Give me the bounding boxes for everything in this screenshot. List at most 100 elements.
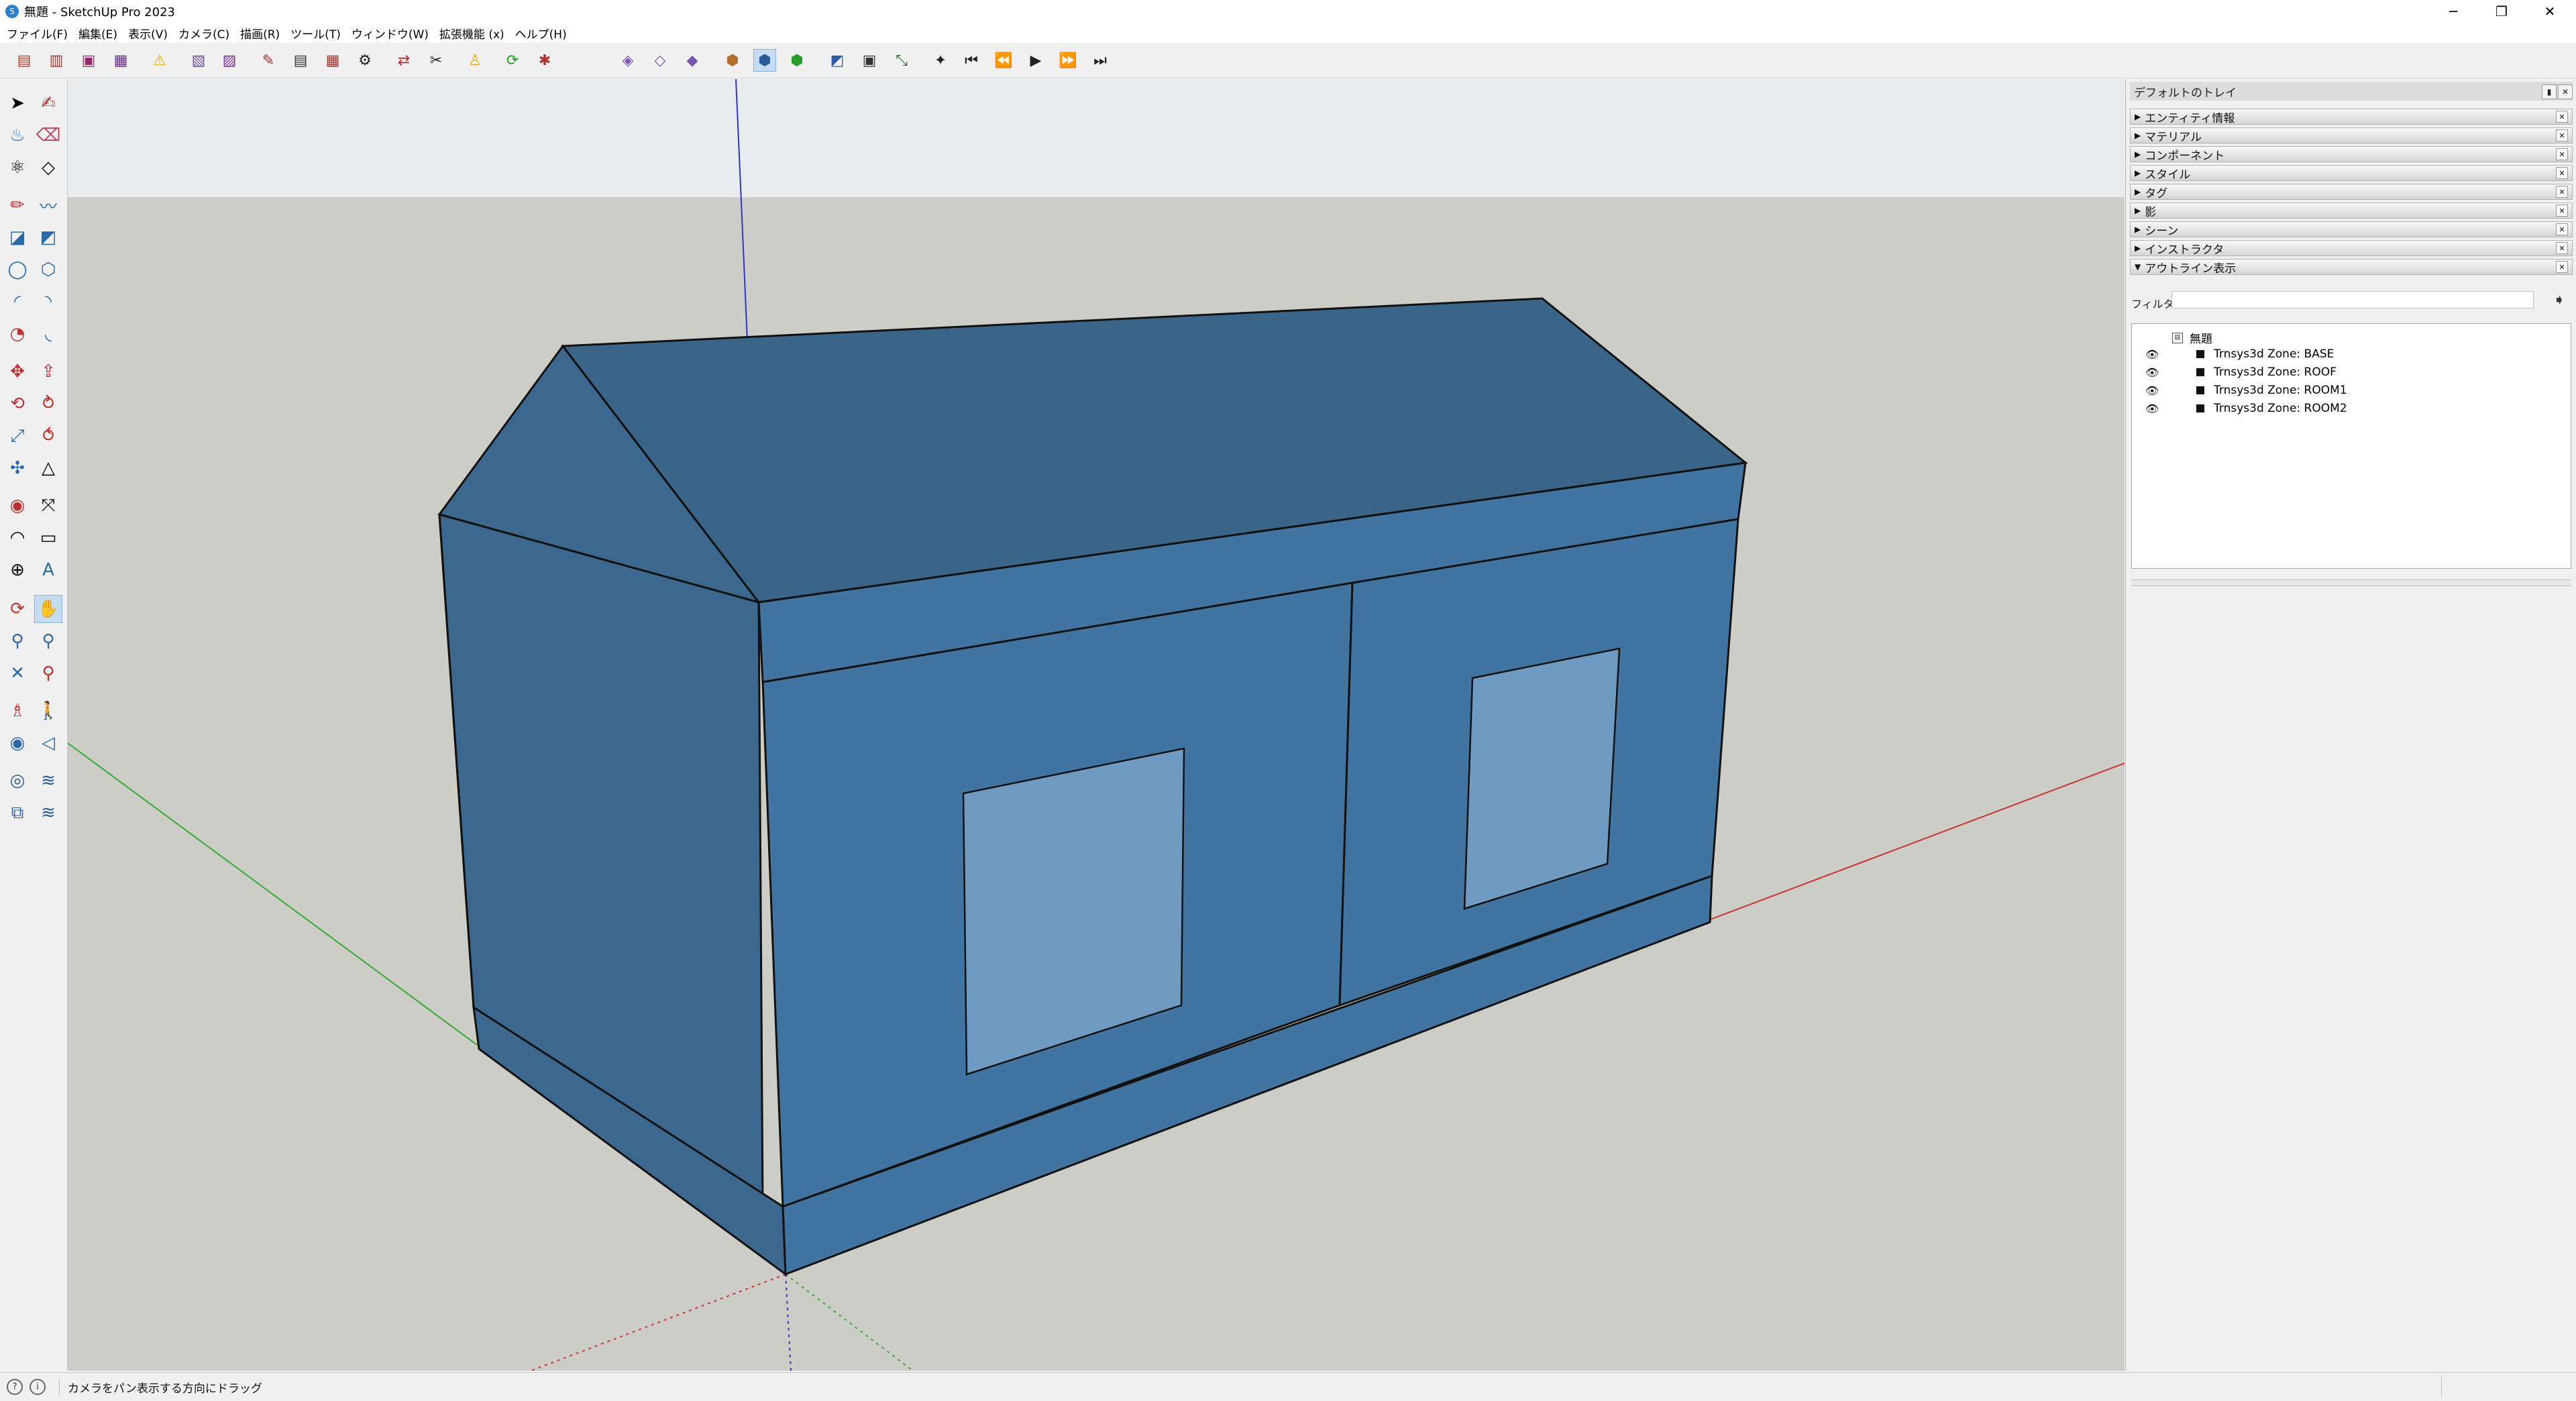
panel-entity-info[interactable]: ▶ エンティティ情報 ✕ [2130, 109, 2573, 125]
filter-input[interactable] [2171, 291, 2534, 309]
tag-icon[interactable]: ⤡ [891, 50, 912, 71]
first-frame-icon[interactable]: ⏮ [961, 50, 982, 71]
warning-icon[interactable]: ⚠ [149, 50, 170, 71]
panel-components[interactable]: ▶ コンポーネント ✕ [2130, 146, 2573, 163]
measure-icon[interactable]: ✂ [425, 50, 447, 71]
rectangle-icon[interactable]: ◪ [4, 224, 31, 251]
outliner-entry[interactable]: 👁 Trnsys3d Zone: BASE [2145, 345, 2334, 363]
eye-icon[interactable]: 👁 [2145, 366, 2161, 379]
menu-camera[interactable]: カメラ(C) [178, 25, 229, 42]
solid-tools-icon[interactable]: △ [35, 455, 62, 482]
panel-shadows[interactable]: ▶ 影 ✕ [2130, 203, 2573, 219]
paint-bucket-icon[interactable]: ♨ [4, 122, 31, 149]
sandbox-scratch-icon[interactable]: ≋ [35, 767, 62, 794]
model-info-icon[interactable]: ▧ [188, 50, 209, 71]
menu-edit[interactable]: 編集(E) [78, 25, 117, 42]
panel-close-icon[interactable]: ✕ [2556, 111, 2568, 123]
last-frame-icon[interactable]: ⏭ [1089, 50, 1111, 71]
panel-tags[interactable]: ▶ タグ ✕ [2130, 184, 2573, 201]
freehand-icon[interactable]: 〰 [35, 192, 62, 219]
trnsys-zone-icon[interactable]: ✎ [258, 50, 279, 71]
polygon-icon[interactable]: ⬡ [35, 256, 62, 283]
stamp-icon[interactable]: ≋ [35, 799, 62, 826]
save-icon[interactable]: ▣ [78, 50, 99, 71]
zoom-icon[interactable]: ⚲ [4, 628, 31, 655]
bug-icon[interactable]: ✱ [534, 50, 555, 71]
eye-icon[interactable]: 👁 [2145, 402, 2161, 415]
outliner-entry[interactable]: 👁 Trnsys3d Zone: ROOF [2145, 363, 2337, 381]
textured-icon[interactable]: ⬢ [786, 50, 808, 71]
follow-me-icon[interactable]: ⥁ [35, 390, 62, 417]
panel-close-icon[interactable]: ✕ [2556, 261, 2568, 273]
export-icon[interactable]: ▨ [219, 50, 240, 71]
geolocation-icon[interactable]: ? [7, 1379, 23, 1395]
panel-styles[interactable]: ▶ スタイル ✕ [2130, 165, 2573, 182]
3d-text-icon[interactable]: A [35, 557, 62, 583]
refresh-icon[interactable]: ⟳ [502, 50, 523, 71]
eraser-icon[interactable]: ⌫ [35, 122, 62, 149]
move-icon[interactable]: ✥ [4, 358, 31, 385]
sandbox-contours-icon[interactable]: ◎ [4, 767, 31, 794]
save-as-icon[interactable]: ▦ [110, 50, 131, 71]
measurements-box[interactable] [2441, 1377, 2576, 1397]
component-icon[interactable]: ◩ [826, 50, 848, 71]
panel-close-icon[interactable]: ✕ [2556, 205, 2568, 217]
table-icon[interactable]: ▤ [290, 50, 311, 71]
offset-icon[interactable]: ⥀ [35, 423, 62, 449]
protractor-icon[interactable]: ◠ [4, 524, 31, 551]
menu-file[interactable]: ファイル(F) [7, 25, 68, 42]
panel-materials[interactable]: ▶ マテリアル ✕ [2130, 127, 2573, 144]
panel-instructor[interactable]: ▶ インストラクタ ✕ [2130, 240, 2573, 257]
pie-icon[interactable]: ◔ [4, 321, 31, 347]
panel-outliner[interactable]: ▼ アウトライン表示 ✕ [2130, 259, 2573, 276]
text-icon[interactable]: ▭ [35, 524, 62, 551]
look-around-icon[interactable]: ◉ [4, 730, 31, 756]
pan-icon[interactable]: ✋ [34, 595, 62, 623]
arc-icon[interactable]: ◜ [4, 288, 31, 315]
tag-tool-icon[interactable]: ◇ [35, 154, 62, 181]
outliner-entry[interactable]: 👁 Trnsys3d Zone: ROOM2 [2145, 400, 2347, 417]
eye-icon[interactable]: 👁 [2145, 384, 2161, 397]
menu-tools[interactable]: ツール(T) [290, 25, 341, 42]
dimension-icon[interactable]: ⤧ [35, 492, 62, 519]
push-pull-icon[interactable]: ⇪ [35, 358, 62, 385]
previous-view-icon[interactable]: ⚲ [35, 660, 62, 687]
record-icon[interactable]: ✦ [930, 50, 951, 71]
pin-icon[interactable]: ▮ [2542, 85, 2557, 99]
component-tool-icon[interactable]: ⚛ [4, 154, 31, 181]
outliner-options-icon[interactable]: ➧ [2550, 291, 2569, 309]
rotate-icon[interactable]: ⟲ [4, 390, 31, 417]
window-icon[interactable]: ▣ [859, 50, 880, 71]
fast-forward-icon[interactable]: ⏩ [1057, 50, 1079, 71]
circle-icon[interactable]: ◯ [4, 256, 31, 283]
tape-measure-icon[interactable]: ◉ [4, 492, 31, 519]
panel-close-icon[interactable]: ✕ [2556, 223, 2568, 235]
collapse-box-icon[interactable]: ⊟ [2172, 332, 2183, 343]
panel-close-icon[interactable]: ✕ [2556, 148, 2568, 160]
section-plane-icon[interactable]: ◁ [35, 730, 62, 756]
open-file-icon[interactable]: ▥ [46, 50, 67, 71]
split-icon[interactable]: ⇄ [393, 50, 415, 71]
eye-icon[interactable]: 👁 [2145, 348, 2161, 361]
person-icon[interactable]: ♙ [464, 50, 486, 71]
top-view-icon[interactable]: ◇ [649, 50, 671, 71]
zoom-extents-icon[interactable]: ✕ [4, 660, 31, 687]
xray-icon[interactable]: ⬢ [722, 50, 743, 71]
menu-help[interactable]: ヘルプ(H) [515, 25, 567, 42]
panel-close-icon[interactable]: ✕ [2556, 186, 2568, 198]
model-drawing[interactable] [68, 79, 2125, 1371]
rewind-icon[interactable]: ⏪ [993, 50, 1014, 71]
rotated-rectangle-icon[interactable]: ◩ [35, 224, 62, 251]
outliner-root[interactable]: ⊟ 無題 [2172, 329, 2212, 346]
line-icon[interactable]: ✏ [4, 192, 31, 219]
schedule-icon[interactable]: ▦ [322, 50, 343, 71]
panel-close-icon[interactable]: ✕ [2556, 242, 2568, 254]
three-point-arc-icon[interactable]: ◟ [35, 321, 62, 347]
scale-icon[interactable]: ⤢ [4, 423, 31, 449]
panel-scenes[interactable]: ▶ シーン ✕ [2130, 221, 2573, 238]
smoove-icon[interactable]: ⧉ [4, 799, 31, 826]
menu-draw[interactable]: 描画(R) [240, 25, 280, 42]
shaded-icon[interactable]: ⬢ [753, 49, 776, 72]
panel-close-icon[interactable]: ✕ [2556, 129, 2568, 142]
outliner-entry[interactable]: 👁 Trnsys3d Zone: ROOM1 [2145, 382, 2347, 399]
